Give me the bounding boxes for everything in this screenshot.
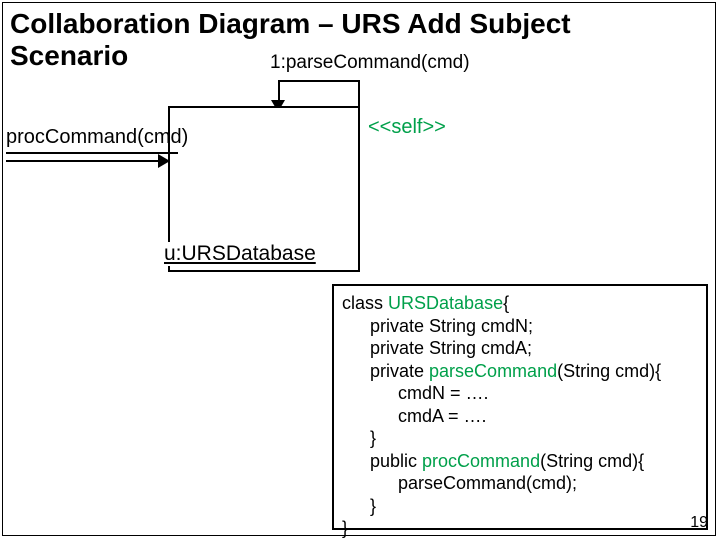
incoming-message-label: procCommand(cmd) bbox=[6, 126, 188, 149]
code-line: } bbox=[342, 495, 698, 518]
class-code-box: class URSDatabase{ private String cmdN; … bbox=[332, 284, 708, 530]
incoming-arrow-head bbox=[158, 154, 170, 168]
code-line: public procCommand(String cmd){ bbox=[342, 450, 698, 473]
incoming-arrow-line bbox=[6, 160, 162, 162]
code-line: } bbox=[342, 518, 348, 538]
incoming-message-underline bbox=[6, 152, 178, 154]
message-1-label: 1:parseCommand(cmd) bbox=[270, 52, 470, 74]
code-line: cmdN = …. bbox=[342, 382, 698, 405]
code-line: private String cmdA; bbox=[342, 337, 698, 360]
code-line: cmdA = …. bbox=[342, 405, 698, 428]
code-line: parseCommand(cmd); bbox=[342, 472, 698, 495]
code-line: class URSDatabase{ bbox=[342, 293, 509, 313]
code-line: private String cmdN; bbox=[342, 315, 698, 338]
code-line: } bbox=[342, 427, 698, 450]
page-number: 19 bbox=[690, 514, 708, 532]
self-call-loop bbox=[280, 80, 360, 82]
code-line: private parseCommand(String cmd){ bbox=[342, 360, 698, 383]
self-stereotype-label: <<self>> bbox=[368, 116, 446, 139]
object-name-label: u:URSDatabase bbox=[162, 242, 318, 266]
